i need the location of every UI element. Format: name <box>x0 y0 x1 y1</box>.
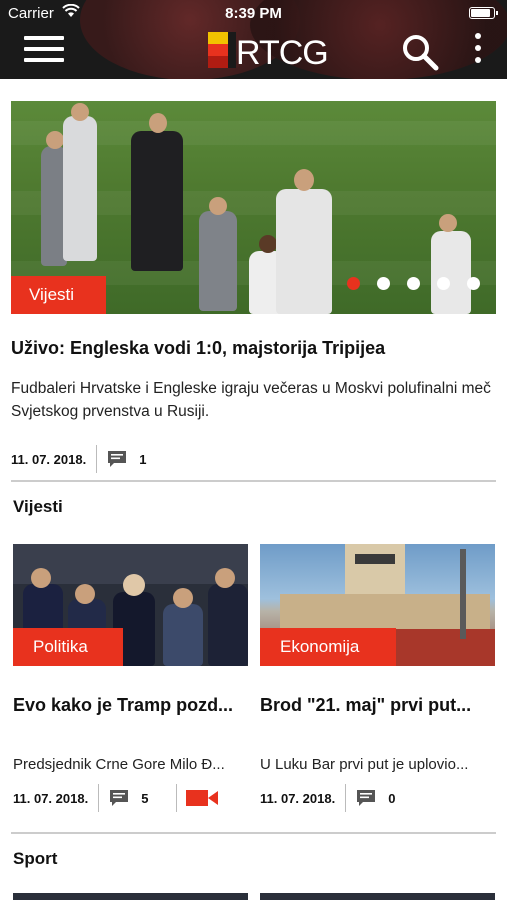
article-card-desc: U Luku Bar prvi put je uplovio... <box>260 756 469 773</box>
article-card-meta: 11. 07. 2018. 5 <box>13 783 187 813</box>
logo-flag-icon <box>208 32 236 68</box>
section-title-vijesti[interactable]: Vijesti <box>13 497 63 517</box>
meta-separator <box>96 445 98 473</box>
article-date: 11. 07. 2018. <box>260 790 336 806</box>
video-icon[interactable] <box>186 789 218 807</box>
featured-headline[interactable]: Uživo: Engleska vodi 1:0, majstorija Tri… <box>11 338 496 359</box>
carousel-dot[interactable] <box>347 277 360 290</box>
featured-article-image[interactable]: Vijesti <box>11 101 496 314</box>
comment-count: 0 <box>388 790 396 806</box>
article-card-image[interactable] <box>13 893 248 900</box>
carousel-dot[interactable] <box>437 277 450 290</box>
clock: 8:39 PM <box>225 5 282 22</box>
carousel-dot[interactable] <box>407 277 420 290</box>
section-divider <box>11 832 496 834</box>
section-divider <box>11 480 496 482</box>
comment-count: 5 <box>141 790 149 806</box>
category-badge[interactable]: Vijesti <box>11 276 106 314</box>
carousel-dot[interactable] <box>467 277 480 290</box>
article-card-desc: Predsjednik Crne Gore Milo Đ... <box>13 756 225 773</box>
comment-icon[interactable] <box>109 789 129 807</box>
comment-count: 1 <box>139 451 147 467</box>
section-title-sport[interactable]: Sport <box>13 849 57 869</box>
article-card-title[interactable]: Brod "21. maj" prvi put... <box>260 695 495 716</box>
article-date: 11. 07. 2018. <box>13 790 89 806</box>
app-header: Carrier 8:39 PM RTCG <box>0 0 507 79</box>
logo-text: RTCG <box>236 34 329 72</box>
hamburger-menu-button[interactable] <box>24 36 64 68</box>
meta-separator <box>176 784 178 812</box>
more-options-button[interactable] <box>470 33 486 71</box>
featured-summary: Fudbaleri Hrvatske i Engleske igraju več… <box>11 380 491 420</box>
search-button[interactable] <box>400 32 440 72</box>
carousel-indicator <box>347 277 480 290</box>
category-badge[interactable]: Politika <box>13 628 123 666</box>
article-card-image[interactable]: Ekonomija <box>260 544 495 666</box>
featured-meta: 11. 07. 2018. 1 <box>11 444 146 474</box>
article-card-image[interactable]: Politika <box>13 544 248 666</box>
rtcg-logo: RTCG <box>206 28 331 74</box>
search-icon <box>403 35 439 71</box>
status-bar: Carrier 8:39 PM <box>0 0 507 26</box>
article-card-image[interactable] <box>260 893 495 900</box>
article-date: 11. 07. 2018. <box>11 451 87 467</box>
comment-icon[interactable] <box>356 789 376 807</box>
category-badge[interactable]: Ekonomija <box>260 628 396 666</box>
battery-icon <box>469 7 498 19</box>
carousel-dot[interactable] <box>377 277 390 290</box>
article-card-meta: 11. 07. 2018. 0 <box>260 783 395 813</box>
comment-icon[interactable] <box>107 450 127 468</box>
meta-separator <box>98 784 100 812</box>
article-card-title[interactable]: Evo kako je Tramp pozd... <box>13 695 248 716</box>
meta-separator <box>345 784 347 812</box>
